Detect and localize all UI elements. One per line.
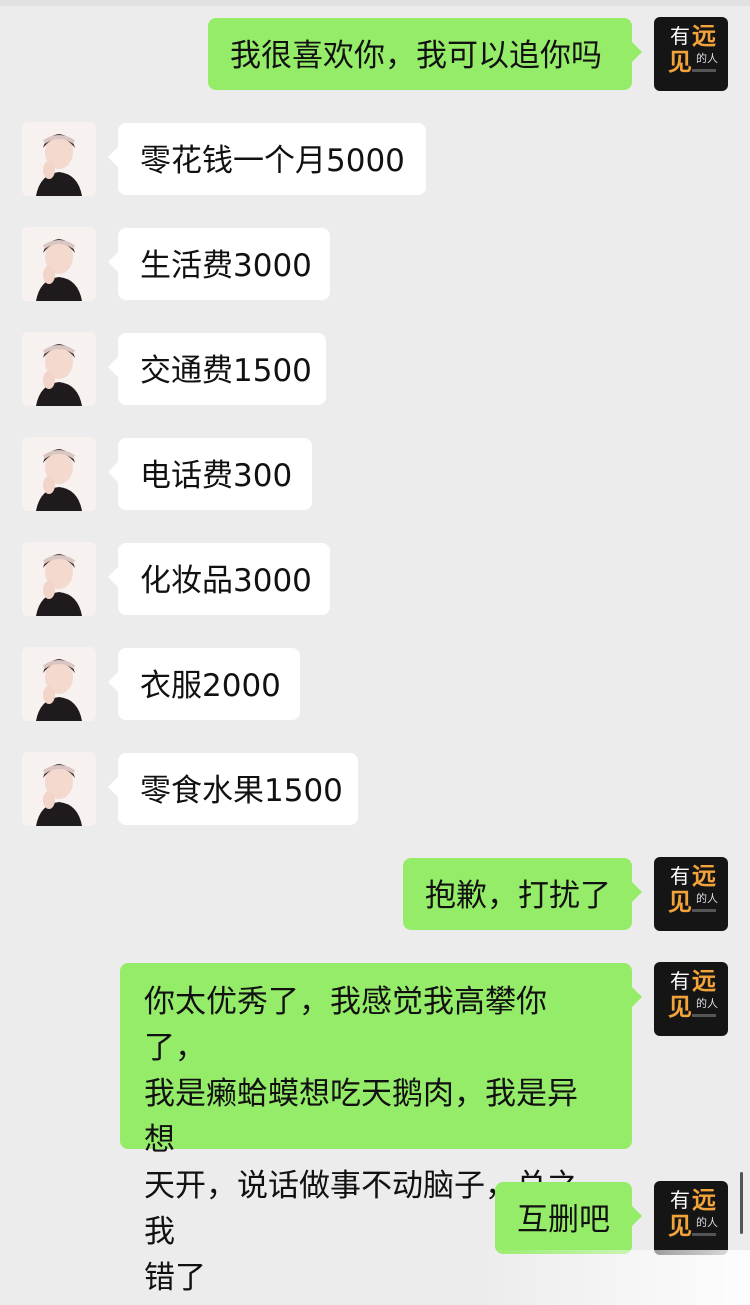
message-bubble-outgoing[interactable]: 你太优秀了，我感觉我高攀你了， 我是癞蛤蟆想吃天鹅肉，我是异想 天开，说话做事不…	[120, 963, 642, 1296]
message-bubble-incoming[interactable]: 生活费3000	[108, 228, 330, 300]
woman-portrait-avatar-icon[interactable]	[22, 122, 96, 196]
logo-char: 的人	[696, 1216, 718, 1229]
logo-char: 远	[692, 22, 716, 50]
logo-char: 见	[668, 993, 692, 1021]
logo-bar	[692, 1014, 716, 1017]
my-avatar[interactable]: 有 远 见 的人	[654, 1181, 728, 1255]
woman-portrait-icon	[22, 647, 96, 721]
bottom-fade	[480, 1250, 750, 1305]
logo-char: 的人	[696, 997, 718, 1010]
woman-portrait-icon	[22, 752, 96, 826]
logo-char: 的人	[696, 892, 718, 905]
logo-char: 远	[692, 862, 716, 890]
top-divider	[0, 0, 750, 6]
scrollbar[interactable]	[740, 1172, 743, 1234]
message-bubble-incoming[interactable]: 零食水果1500	[108, 753, 358, 825]
message-line: 你太优秀了，我感觉我高攀你了，	[144, 984, 547, 1066]
logo-bar	[692, 909, 716, 912]
message-bubble-outgoing[interactable]: 我很喜欢你，我可以追你吗	[208, 18, 642, 90]
my-avatar[interactable]: 有 远 见 的人	[654, 17, 728, 91]
message-bubble-outgoing[interactable]: 抱歉，打扰了	[403, 858, 642, 930]
logo-char: 见	[668, 1212, 692, 1240]
woman-portrait-icon	[22, 122, 96, 196]
message-bubble-incoming[interactable]: 交通费1500	[108, 333, 326, 405]
woman-portrait-avatar-icon[interactable]	[22, 752, 96, 826]
message-line: 我是癞蛤蟆想吃天鹅肉，我是异想	[144, 1076, 578, 1158]
message-bubble-incoming[interactable]: 电话费300	[108, 438, 312, 510]
logo-char: 有	[670, 969, 690, 993]
logo-char: 远	[692, 967, 716, 995]
woman-portrait-icon	[22, 542, 96, 616]
woman-portrait-avatar-icon[interactable]	[22, 542, 96, 616]
logo-char: 有	[670, 24, 690, 48]
woman-portrait-avatar-icon[interactable]	[22, 647, 96, 721]
logo-char: 见	[668, 888, 692, 916]
woman-portrait-avatar-icon[interactable]	[22, 332, 96, 406]
logo-char: 远	[692, 1186, 716, 1214]
logo-char: 有	[670, 864, 690, 888]
logo-char: 见	[668, 48, 692, 76]
logo-bar	[692, 69, 716, 72]
logo-bar	[692, 1233, 716, 1236]
woman-portrait-avatar-icon[interactable]	[22, 227, 96, 301]
message-bubble-outgoing[interactable]: 互删吧	[495, 1182, 642, 1254]
message-bubble-incoming[interactable]: 衣服2000	[108, 648, 300, 720]
logo-char: 有	[670, 1188, 690, 1212]
woman-portrait-icon	[22, 437, 96, 511]
message-bubble-incoming[interactable]: 化妆品3000	[108, 543, 330, 615]
woman-portrait-icon	[22, 227, 96, 301]
woman-portrait-icon	[22, 332, 96, 406]
message-bubble-incoming[interactable]: 零花钱一个月5000	[108, 123, 426, 195]
logo-char: 的人	[696, 52, 718, 65]
my-avatar[interactable]: 有 远 见 的人	[654, 857, 728, 931]
my-avatar[interactable]: 有 远 见 的人	[654, 962, 728, 1036]
woman-portrait-avatar-icon[interactable]	[22, 437, 96, 511]
